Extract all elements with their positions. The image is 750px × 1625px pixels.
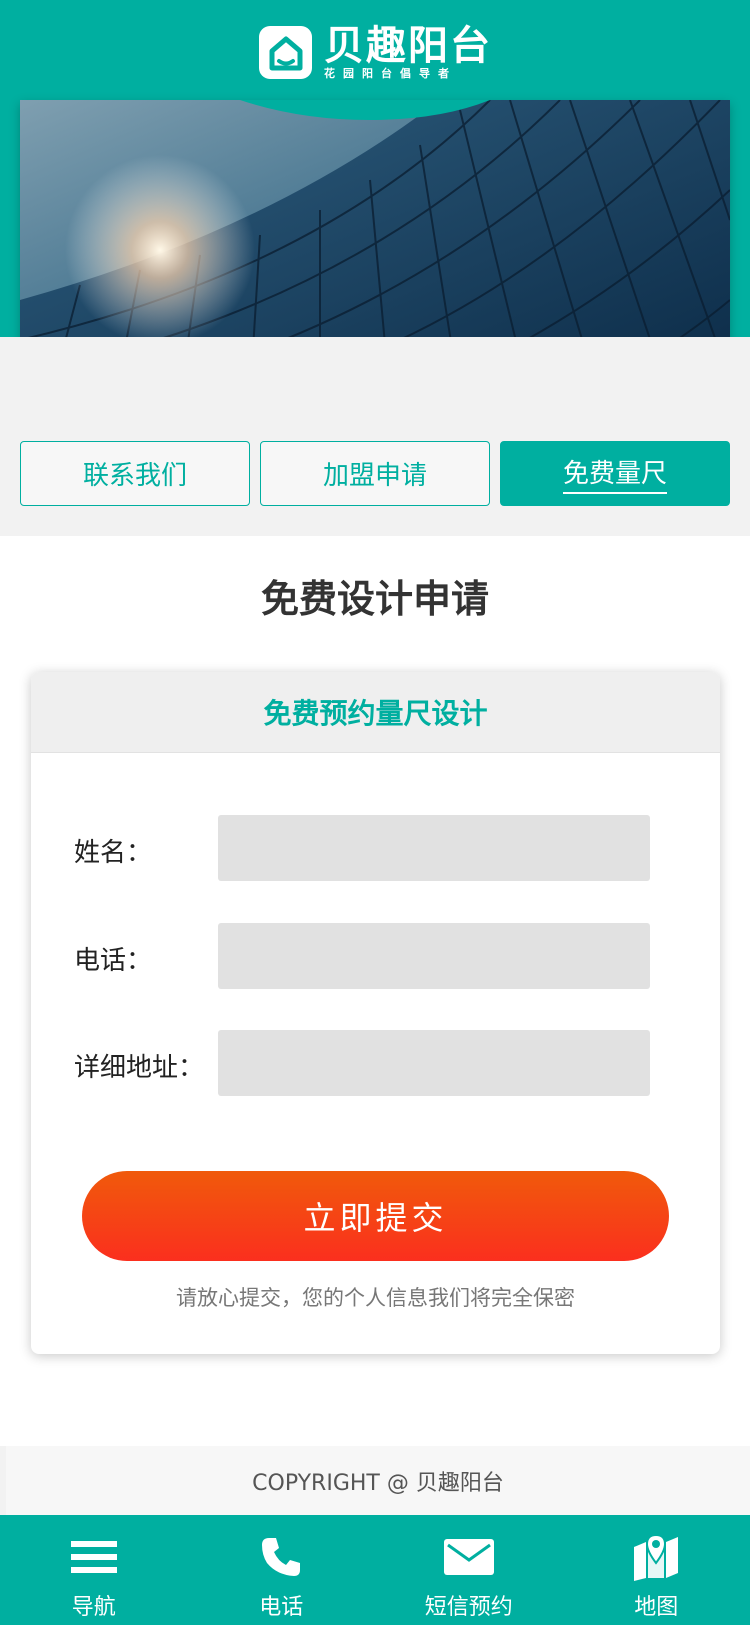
tab-franchise[interactable]: 加盟申请 (260, 441, 490, 506)
name-label: 姓名： (74, 838, 153, 868)
form-heading: 免费预约量尺设计 (31, 672, 720, 753)
nav-item-map[interactable]: 地图 (563, 1515, 750, 1625)
page-title: 免费设计申请 (260, 577, 489, 621)
address-input[interactable] (218, 1030, 650, 1096)
name-input[interactable] (218, 815, 650, 881)
tab-free-measure[interactable]: 免费量尺 (500, 441, 730, 506)
nav-item-sms[interactable]: 短信预约 (375, 1515, 563, 1625)
tab-label: 联系我们 (82, 461, 187, 491)
nav-label: 短信预约 (424, 1595, 513, 1620)
house-icon (259, 26, 312, 79)
phone-icon (259, 1532, 303, 1582)
nav-label: 导航 (71, 1595, 116, 1620)
tab-label: 加盟申请 (322, 461, 427, 491)
menu-icon (70, 1532, 117, 1582)
phone-label: 电话： (74, 946, 153, 976)
tab-contact[interactable]: 联系我们 (20, 441, 250, 506)
tabs-bar: 联系我们 加盟申请 免费量尺 (0, 337, 750, 536)
phone-input[interactable] (218, 923, 650, 989)
nav-label: 地图 (634, 1595, 679, 1620)
logo[interactable]: 贝趣阳台 花园阳台倡导者 (259, 25, 492, 80)
submit-button[interactable]: 立即提交 (82, 1171, 669, 1261)
mail-icon (443, 1532, 494, 1582)
tab-label: 免费量尺 (562, 453, 667, 494)
appointment-form: 免费预约量尺设计 姓名： 电话： 详细地址： 立即提交 请放心提交，您的个人信息… (31, 672, 720, 1354)
nav-item-navigation[interactable]: 导航 (0, 1515, 188, 1625)
map-icon (632, 1532, 680, 1582)
copyright: COPYRIGHT @ 贝趣阳台 (6, 1446, 750, 1515)
main-content: 免费设计申请 免费预约量尺设计 姓名： 电话： 详细地址： 立即提交 请放心提交… (0, 536, 750, 1446)
address-label: 详细地址： (74, 1053, 205, 1083)
bottom-nav: 导航 电话 短信预约 地图 (0, 1515, 750, 1625)
nav-item-phone[interactable]: 电话 (188, 1515, 376, 1625)
privacy-note: 请放心提交，您的个人信息我们将完全保密 (176, 1286, 575, 1310)
nav-label: 电话 (259, 1595, 304, 1620)
brand-name: 贝趣阳台 (324, 23, 492, 69)
